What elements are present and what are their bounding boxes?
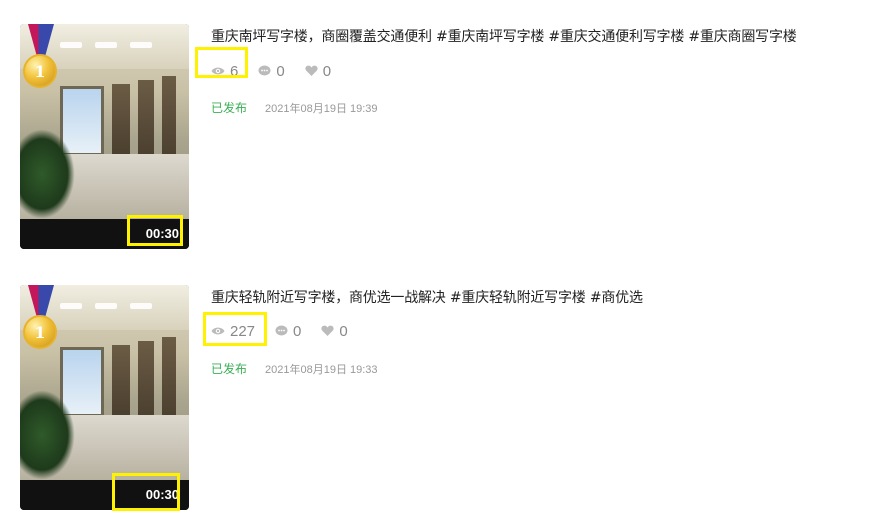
likes-count: 0 xyxy=(339,322,348,340)
comments-stat: 0 xyxy=(258,62,285,80)
publish-date: 2021年08月19日 19:33 xyxy=(265,364,378,376)
duration-highlight-box xyxy=(112,473,180,511)
heart-icon xyxy=(321,325,334,336)
duration-highlight-box xyxy=(127,215,183,246)
views-highlight-box xyxy=(195,47,248,78)
gold-medal-icon: 1 xyxy=(23,54,57,88)
publish-date: 2021年08月19日 19:39 xyxy=(265,103,378,115)
heart-icon xyxy=(305,65,318,76)
publish-status: 已发布 xyxy=(211,362,248,376)
comments-stat: 0 xyxy=(275,323,301,340)
comments-count: 0 xyxy=(276,62,285,80)
gold-medal-icon: 1 xyxy=(23,315,57,349)
likes-count: 0 xyxy=(322,62,332,80)
comments-count: 0 xyxy=(293,322,302,340)
comment-icon xyxy=(275,325,288,336)
video-card[interactable]: 1 00:30 重庆轻轨附近写字楼，商优选一战解决 #重庆轻轨附近写字楼 #商优… xyxy=(0,283,894,513)
video-card[interactable]: 1 00:30 重庆南坪写字楼，商圈覆盖交通便利 #重庆南坪写字楼 #重庆交通便… xyxy=(0,22,894,252)
likes-stat: 0 xyxy=(321,322,348,340)
comment-icon xyxy=(258,65,271,76)
publish-status: 已发布 xyxy=(211,101,248,115)
video-title[interactable]: 重庆南坪写字楼，商圈覆盖交通便利 #重庆南坪写字楼 #重庆交通便利写字楼 #重庆… xyxy=(211,26,797,46)
video-title[interactable]: 重庆轻轨附近写字楼，商优选一战解决 #重庆轻轨附近写字楼 #商优选 xyxy=(211,287,643,307)
likes-stat: 0 xyxy=(305,63,331,80)
views-highlight-box xyxy=(203,312,267,346)
